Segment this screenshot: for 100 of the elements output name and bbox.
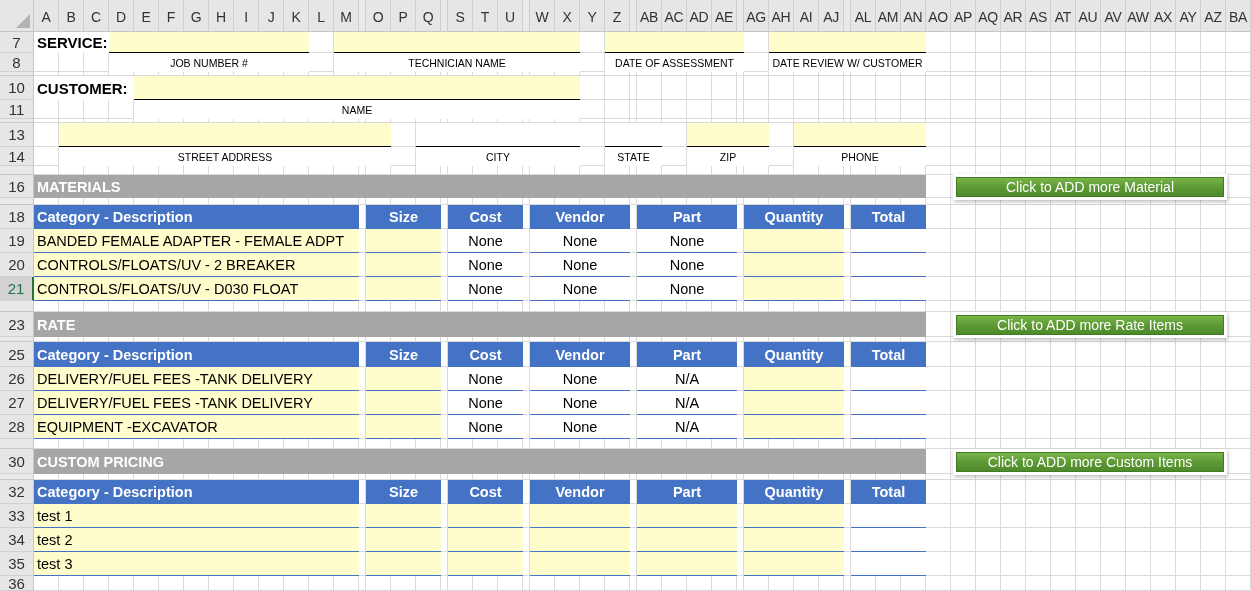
column-header[interactable]: S: [448, 0, 473, 32]
row-header[interactable]: 27: [0, 391, 34, 415]
table-cell[interactable]: [530, 528, 630, 552]
column-header[interactable]: AV: [1101, 0, 1126, 32]
description-cell[interactable]: test 3: [34, 552, 359, 576]
row-header[interactable]: 25: [0, 342, 34, 367]
table-cell[interactable]: [448, 552, 523, 576]
column-header[interactable]: A: [34, 0, 59, 32]
input-field[interactable]: [605, 32, 744, 53]
description-cell[interactable]: CONTROLS/FLOATS/UV - D030 FLOAT: [34, 277, 359, 301]
column-header[interactable]: AN: [901, 0, 926, 32]
column-header[interactable]: P: [391, 0, 416, 32]
input-field[interactable]: [59, 123, 391, 147]
column-header[interactable]: AT: [1051, 0, 1076, 32]
table-cell[interactable]: [366, 367, 441, 391]
table-cell[interactable]: [448, 504, 523, 528]
table-cell[interactable]: [744, 367, 844, 391]
column-header[interactable]: AX: [1151, 0, 1176, 32]
column-header[interactable]: AL: [851, 0, 876, 32]
column-header[interactable]: AS: [1026, 0, 1051, 32]
table-cell[interactable]: [744, 277, 844, 301]
column-header[interactable]: T: [473, 0, 498, 32]
table-cell[interactable]: [366, 391, 441, 415]
row-header[interactable]: 8: [0, 53, 34, 72]
table-cell[interactable]: [448, 528, 523, 552]
table-cell[interactable]: [366, 415, 441, 439]
column-header[interactable]: O: [366, 0, 391, 32]
row-header[interactable]: 14: [0, 147, 34, 166]
column-header[interactable]: AC: [662, 0, 687, 32]
column-header[interactable]: AW: [1126, 0, 1151, 32]
column-header[interactable]: AI: [794, 0, 819, 32]
column-header[interactable]: BA: [1226, 0, 1251, 32]
table-cell[interactable]: [366, 552, 441, 576]
table-cell[interactable]: [366, 253, 441, 277]
column-header[interactable]: AH: [769, 0, 794, 32]
column-header[interactable]: Q: [416, 0, 441, 32]
row-header[interactable]: 11: [0, 100, 34, 119]
column-header[interactable]: AP: [951, 0, 976, 32]
column-header[interactable]: E: [134, 0, 159, 32]
input-field[interactable]: [109, 32, 309, 53]
row-header[interactable]: 28: [0, 415, 34, 439]
table-cell[interactable]: [744, 229, 844, 253]
row-header[interactable]: 20: [0, 253, 34, 277]
column-header[interactable]: AJ: [819, 0, 844, 32]
row-header[interactable]: 16: [0, 175, 34, 198]
table-cell[interactable]: [744, 253, 844, 277]
row-header[interactable]: 36: [0, 576, 34, 591]
column-header[interactable]: AB: [637, 0, 662, 32]
table-cell[interactable]: [744, 552, 844, 576]
row-header[interactable]: 34: [0, 528, 34, 552]
description-cell[interactable]: BANDED FEMALE ADAPTER - FEMALE ADPT: [34, 229, 359, 253]
input-field[interactable]: [134, 76, 580, 100]
description-cell[interactable]: EQUIPMENT -EXCAVATOR: [34, 415, 359, 439]
column-header[interactable]: AO: [926, 0, 951, 32]
column-header[interactable]: AE: [712, 0, 737, 32]
table-cell[interactable]: [637, 528, 737, 552]
table-cell[interactable]: [744, 528, 844, 552]
column-header[interactable]: W: [530, 0, 555, 32]
table-cell[interactable]: [366, 528, 441, 552]
table-cell[interactable]: [366, 277, 441, 301]
row-header[interactable]: 10: [0, 76, 34, 100]
table-cell[interactable]: [744, 391, 844, 415]
table-cell[interactable]: [637, 504, 737, 528]
column-header[interactable]: G: [184, 0, 209, 32]
column-header[interactable]: K: [284, 0, 309, 32]
table-cell[interactable]: [744, 415, 844, 439]
input-field[interactable]: [769, 32, 926, 53]
description-cell[interactable]: DELIVERY/FUEL FEES -TANK DELIVERY: [34, 391, 359, 415]
row-header[interactable]: 13: [0, 123, 34, 147]
description-cell[interactable]: CONTROLS/FLOATS/UV - 2 BREAKER: [34, 253, 359, 277]
row-header[interactable]: 35: [0, 552, 34, 576]
column-header[interactable]: AU: [1076, 0, 1101, 32]
row-header[interactable]: 26: [0, 367, 34, 391]
table-cell[interactable]: [366, 229, 441, 253]
row-header[interactable]: 21: [0, 277, 34, 301]
table-cell[interactable]: [530, 504, 630, 528]
table-cell[interactable]: [366, 504, 441, 528]
column-header[interactable]: AR: [1001, 0, 1026, 32]
column-header[interactable]: AZ: [1201, 0, 1226, 32]
column-header[interactable]: D: [109, 0, 134, 32]
column-header[interactable]: X: [555, 0, 580, 32]
row-header[interactable]: 7: [0, 32, 34, 53]
row-header[interactable]: 32: [0, 480, 34, 504]
column-header[interactable]: J: [259, 0, 284, 32]
row-header[interactable]: 30: [0, 449, 34, 474]
column-header[interactable]: AG: [744, 0, 769, 32]
column-header[interactable]: AD: [687, 0, 712, 32]
table-cell[interactable]: [637, 552, 737, 576]
column-header[interactable]: B: [59, 0, 84, 32]
description-cell[interactable]: test 1: [34, 504, 359, 528]
column-header[interactable]: U: [498, 0, 523, 32]
row-header[interactable]: 19: [0, 229, 34, 253]
column-header[interactable]: AM: [876, 0, 901, 32]
column-header[interactable]: AY: [1176, 0, 1201, 32]
column-header[interactable]: C: [84, 0, 109, 32]
table-cell[interactable]: [744, 504, 844, 528]
row-header[interactable]: 33: [0, 504, 34, 528]
input-field[interactable]: [605, 123, 662, 147]
row-header[interactable]: 23: [0, 312, 34, 337]
column-header[interactable]: F: [159, 0, 184, 32]
